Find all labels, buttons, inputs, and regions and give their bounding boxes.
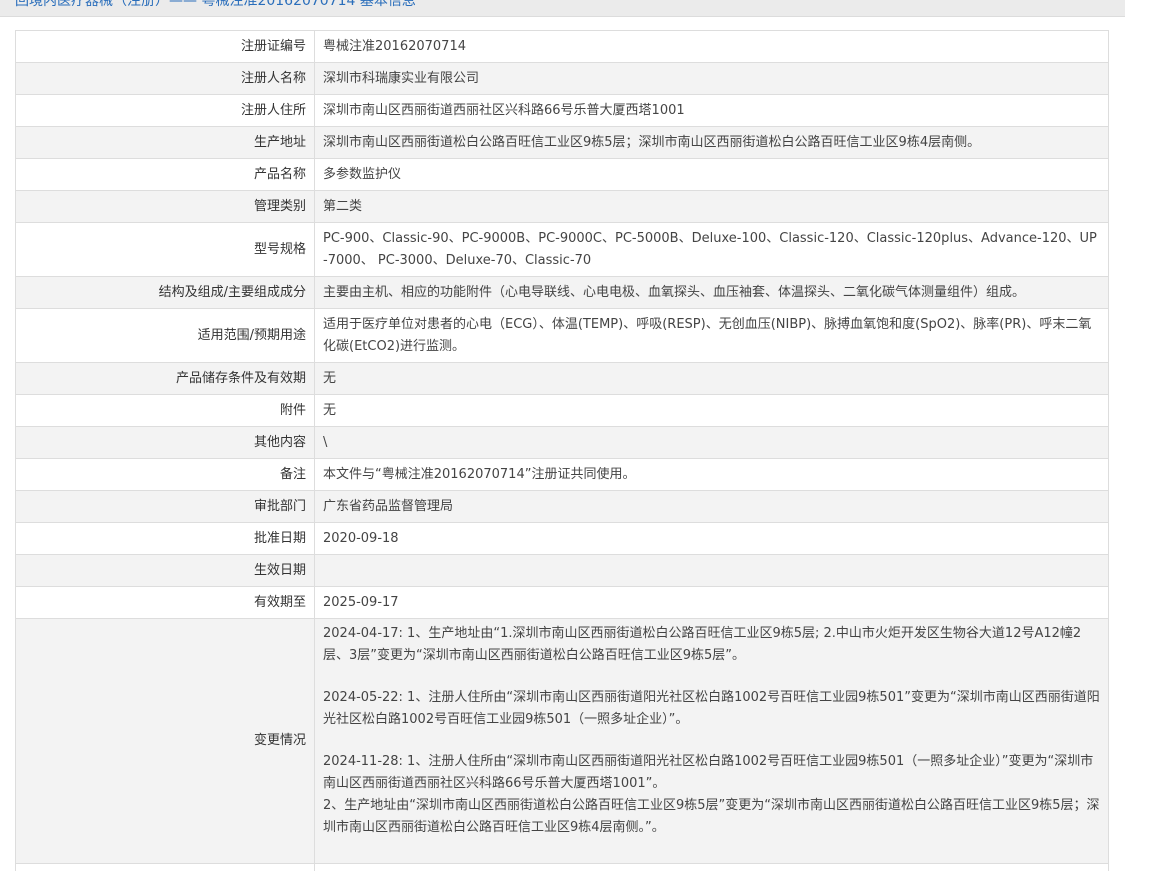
row-label: 附件 xyxy=(15,394,315,427)
row-value: 2020-09-18 xyxy=(314,522,1109,555)
changes-value: 2024-04-17: 1、生产地址由“1.深圳市南山区西丽街道松白公路百旺信工… xyxy=(314,618,1109,864)
table-row: 产品名称 多参数监护仪 xyxy=(15,158,1109,191)
table-row: 生产地址 深圳市南山区西丽街道松白公路百旺信工业区9栋5层；深圳市南山区西丽街道… xyxy=(15,126,1109,159)
table-row: 注册证编号 粤械注准20162070714 xyxy=(15,30,1109,63)
row-value: 本文件与“粤械注准20162070714”注册证共同使用。 xyxy=(314,458,1109,491)
row-value: 多参数监护仪 xyxy=(314,158,1109,191)
change-entry: 2024-05-22: 1、注册人住所由“深圳市南山区西丽街道阳光社区松白路10… xyxy=(323,690,1100,727)
table-row: 审批部门 广东省药品监督管理局 xyxy=(15,490,1109,523)
row-label: 管理类别 xyxy=(15,190,315,223)
table-row: 附件 无 xyxy=(15,394,1109,427)
detail-panel: 回境内医疗器械（注册）—— 粤械注准20162070714 基本信息 注册证编号… xyxy=(0,0,1125,871)
row-label: 生效日期 xyxy=(15,554,315,587)
row-label: 注册人住所 xyxy=(15,94,315,127)
row-label: 型号规格 xyxy=(15,222,315,277)
row-value: PC-900、Classic-90、PC-9000B、PC-9000C、PC-5… xyxy=(314,222,1109,277)
row-label: 有效期至 xyxy=(15,586,315,619)
row-label: 产品储存条件及有效期 xyxy=(15,362,315,395)
table-row: 结构及组成/主要组成成分 主要由主机、相应的功能附件（心电导联线、心电电极、血氧… xyxy=(15,276,1109,309)
row-label: 适用范围/预期用途 xyxy=(15,308,315,363)
row-value: 广东省药品监督管理局 xyxy=(314,490,1109,523)
change-spacer xyxy=(323,667,1100,687)
page-margin xyxy=(1125,0,1159,871)
row-value: 深圳市南山区西丽街道松白公路百旺信工业区9栋5层；深圳市南山区西丽街道松白公路百… xyxy=(314,126,1109,159)
row-value: 无 xyxy=(314,394,1109,427)
table-row: 注册人名称 深圳市科瑞康实业有限公司 xyxy=(15,62,1109,95)
table-row: 其他内容 \ xyxy=(15,426,1109,459)
row-value: \ xyxy=(314,426,1109,459)
row-label: 注册人名称 xyxy=(15,62,315,95)
row-label: 审批部门 xyxy=(15,490,315,523)
table-row: 批准日期 2020-09-18 xyxy=(15,522,1109,555)
table-row-changes: 变更情况 2024-04-17: 1、生产地址由“1.深圳市南山区西丽街道松白公… xyxy=(15,618,1109,864)
change-spacer xyxy=(323,731,1100,751)
change-entry: 2024-11-28: 1、注册人住所由“深圳市南山区西丽街道阳光社区松白路10… xyxy=(323,754,1094,791)
change-entry: 2024-04-17: 1、生产地址由“1.深圳市南山区西丽街道松白公路百旺信工… xyxy=(323,626,1082,663)
change-entry: 2、生产地址由“深圳市南山区西丽街道松白公路百旺信工业区9栋5层”变更为“深圳市… xyxy=(323,798,1100,835)
row-value: 适用于医疗单位对患者的心电（ECG）、体温(TEMP)、呼吸(RESP)、无创血… xyxy=(314,308,1109,363)
table-row: 管理类别 第二类 xyxy=(15,190,1109,223)
row-value: 粤械注准20162070714 xyxy=(314,30,1109,63)
row-value xyxy=(314,863,1109,871)
row-label: 备注 xyxy=(15,458,315,491)
row-label: 注册证编号 xyxy=(15,30,315,63)
table-row: 型号规格 PC-900、Classic-90、PC-9000B、PC-9000C… xyxy=(15,222,1109,277)
page-title: 回境内医疗器械（注册）—— 粤械注准20162070714 基本信息 xyxy=(15,0,416,9)
table-row: 产品储存条件及有效期 无 xyxy=(15,362,1109,395)
row-value: 无 xyxy=(314,362,1109,395)
row-value: 主要由主机、相应的功能附件（心电导联线、心电电极、血氧探头、血压袖套、体温探头、… xyxy=(314,276,1109,309)
row-label: 结构及组成/主要组成成分 xyxy=(15,276,315,309)
table-row xyxy=(15,863,1109,871)
row-value: 深圳市南山区西丽街道西丽社区兴科路66号乐普大厦西塔1001 xyxy=(314,94,1109,127)
row-label: 批准日期 xyxy=(15,522,315,555)
row-label xyxy=(15,863,315,871)
header-bar: 回境内医疗器械（注册）—— 粤械注准20162070714 基本信息 xyxy=(0,0,1125,17)
row-value: 深圳市科瑞康实业有限公司 xyxy=(314,62,1109,95)
table-row: 注册人住所 深圳市南山区西丽街道西丽社区兴科路66号乐普大厦西塔1001 xyxy=(15,94,1109,127)
table-row: 有效期至 2025-09-17 xyxy=(15,586,1109,619)
table-row: 适用范围/预期用途 适用于医疗单位对患者的心电（ECG）、体温(TEMP)、呼吸… xyxy=(15,308,1109,363)
content-area: 注册证编号 粤械注准20162070714 注册人名称 深圳市科瑞康实业有限公司… xyxy=(0,17,1125,871)
row-value xyxy=(314,554,1109,587)
row-label: 产品名称 xyxy=(15,158,315,191)
table-row: 备注 本文件与“粤械注准20162070714”注册证共同使用。 xyxy=(15,458,1109,491)
changes-label: 变更情况 xyxy=(15,618,315,864)
row-value: 第二类 xyxy=(314,190,1109,223)
row-label: 其他内容 xyxy=(15,426,315,459)
table-row: 生效日期 xyxy=(15,554,1109,587)
row-label: 生产地址 xyxy=(15,126,315,159)
detail-table: 注册证编号 粤械注准20162070714 注册人名称 深圳市科瑞康实业有限公司… xyxy=(15,30,1109,871)
row-value: 2025-09-17 xyxy=(314,586,1109,619)
